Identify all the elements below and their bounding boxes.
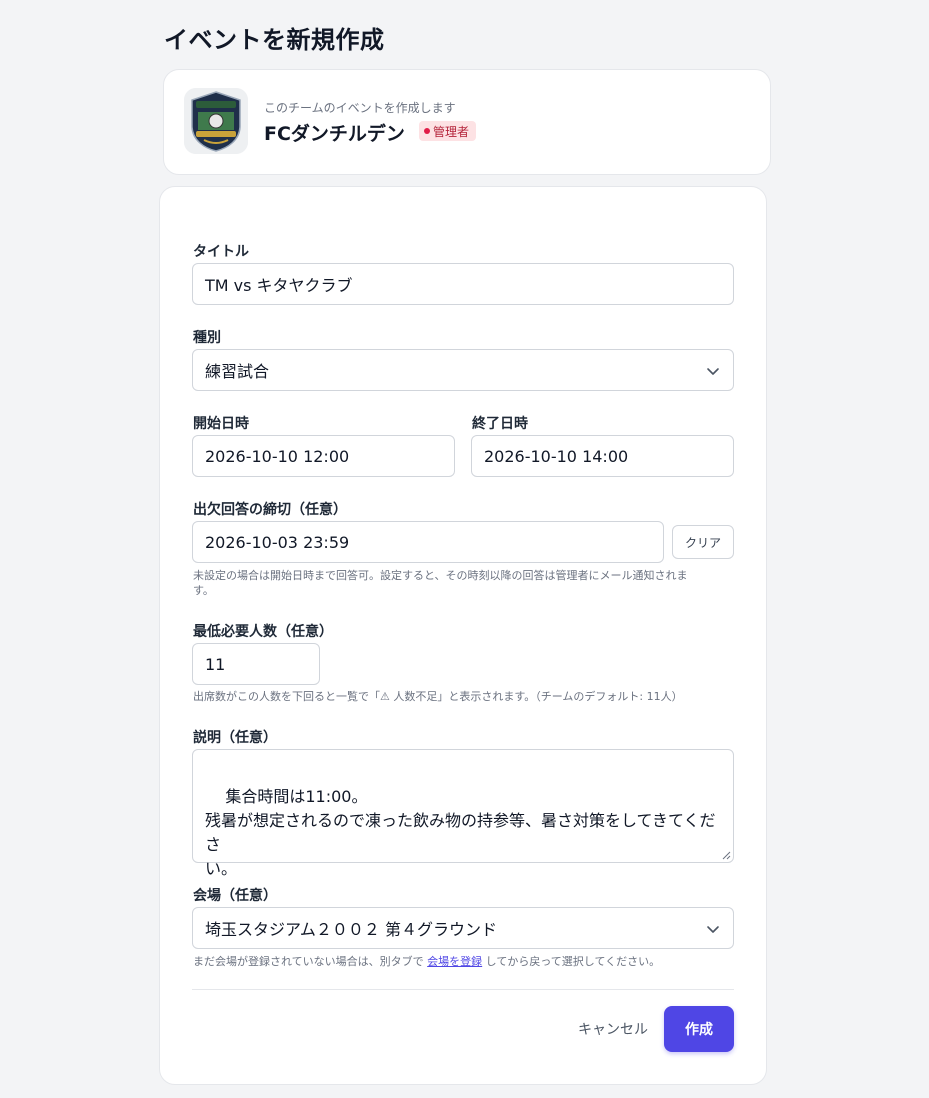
team-subtitle: このチームのイベントを作成します	[264, 101, 456, 115]
deadline-hint: 未設定の場合は開始日時まで回答可。設定すると、その時刻以降の回答は管理者にメール…	[193, 568, 738, 598]
deadline-hint-line1: 未設定の場合は開始日時まで回答可。設定すると、その時刻以降の回答は管理者にメール…	[193, 569, 688, 582]
venue-hint: まだ会場が登録されていない場合は、別タブで 会場を登録 してから戻って選択してく…	[193, 954, 738, 969]
min-people-hint: 出席数がこの人数を下回ると一覧で「⚠ 人数不足」と表示されます。（チームのデフォ…	[193, 690, 683, 703]
clear-deadline-button[interactable]: クリア	[672, 525, 734, 559]
register-venue-link[interactable]: 会場を登録	[427, 955, 482, 968]
venue-select[interactable]: 埼玉スタジアム２００２ 第４グラウンド	[192, 907, 734, 949]
role-badge-label: 管理者	[433, 124, 470, 139]
resize-grip-icon[interactable]	[722, 851, 731, 860]
type-label: 種別	[193, 330, 221, 346]
team-card: このチームのイベントを作成します FCダンチルデン 管理者	[163, 69, 771, 175]
chevron-down-icon	[707, 926, 719, 933]
team-logo	[184, 88, 248, 154]
create-button[interactable]: 作成	[664, 1006, 734, 1052]
form-divider	[192, 989, 734, 990]
deadline-label: 出欠回答の締切（任意）	[193, 502, 347, 518]
venue-hint-after: してから戻って選択してください。	[482, 955, 661, 968]
type-select-value: 練習試合	[205, 362, 270, 381]
venue-hint-before: まだ会場が登録されていない場合は、別タブで	[193, 955, 428, 968]
role-badge: 管理者	[419, 121, 477, 141]
start-label: 開始日時	[193, 416, 249, 432]
type-select[interactable]: 練習試合	[192, 349, 734, 391]
end-datetime-input[interactable]: 2026-10-10 14:00	[471, 435, 734, 477]
deadline-hint-line2: す。	[193, 584, 214, 597]
description-label: 説明（任意）	[193, 730, 277, 746]
page-title: イベントを新規作成	[164, 26, 385, 54]
team-name: FCダンチルデン	[264, 123, 405, 145]
title-input-value: TM vs キタヤクラブ	[205, 276, 353, 295]
deadline-datetime-value: 2026-10-03 23:59	[205, 532, 350, 552]
end-datetime-value: 2026-10-10 14:00	[484, 446, 629, 466]
team-crest-icon	[184, 88, 248, 154]
event-form: タイトル TM vs キタヤクラブ 種別 練習試合 開始日時 2026-10-1…	[159, 186, 767, 1085]
venue-label: 会場（任意）	[193, 888, 277, 904]
start-datetime-input[interactable]: 2026-10-10 12:00	[192, 435, 455, 477]
status-dot-icon	[424, 128, 430, 134]
min-people-label: 最低必要人数（任意）	[193, 624, 333, 640]
title-input[interactable]: TM vs キタヤクラブ	[192, 263, 734, 305]
end-label: 終了日時	[472, 416, 528, 432]
chevron-down-icon	[707, 368, 719, 375]
description-value: 集合時間は11:00。 残暑が想定されるので凍った飲み物の持参等、暑さ対策をして…	[205, 787, 716, 878]
min-people-input[interactable]: 11	[192, 643, 320, 685]
description-textarea[interactable]: 集合時間は11:00。 残暑が想定されるので凍った飲み物の持参等、暑さ対策をして…	[192, 749, 734, 878]
cancel-button[interactable]: キャンセル	[578, 1019, 648, 1039]
min-people-value: 11	[205, 654, 226, 674]
venue-select-value: 埼玉スタジアム２００２ 第４グラウンド	[205, 920, 497, 939]
title-label: タイトル	[193, 244, 249, 260]
start-datetime-value: 2026-10-10 12:00	[205, 446, 350, 466]
deadline-datetime-input[interactable]: 2026-10-03 23:59	[192, 521, 664, 563]
